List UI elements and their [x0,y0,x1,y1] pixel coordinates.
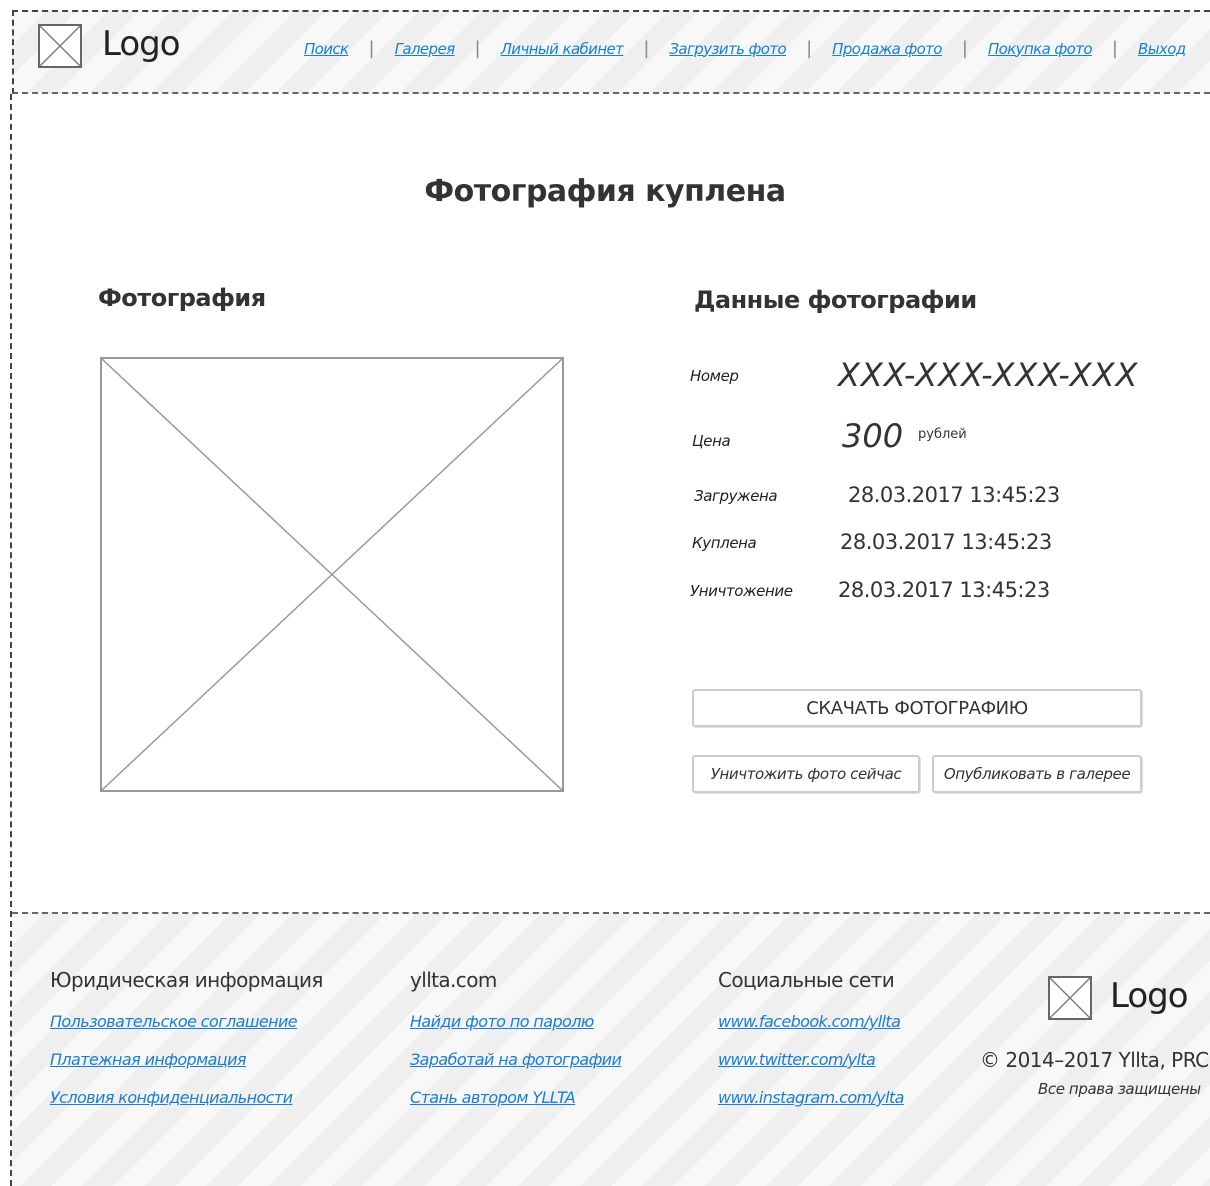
footer-link-find-photo[interactable]: Найди фото по паролю [410,1012,594,1031]
nav-separator: | [1111,38,1118,59]
footer-link-earn[interactable]: Заработай на фотографии [410,1050,622,1069]
logo-placeholder-icon[interactable] [38,24,82,68]
nav-sell[interactable]: Продажа фото [832,40,942,58]
nav-gallery[interactable]: Галерея [395,40,456,58]
nav-account[interactable]: Личный кабинет [501,40,624,58]
publish-gallery-button[interactable]: Опубликовать в галерее [932,755,1142,793]
number-value: XXX-XXX-XXX-XXX [838,356,1139,394]
uploaded-value: 28.03.2017 13:45:23 [848,483,1060,507]
footer-link-privacy[interactable]: Условия конфиденциальности [50,1088,293,1107]
destroy-label: Уничтожение [690,582,793,600]
footer-link-instagram[interactable]: www.instagram.com/ylta [718,1088,904,1107]
footer-copyright: © 2014–2017 Yllta, PRC [980,1048,1209,1072]
bought-value: 28.03.2017 13:45:23 [840,530,1052,554]
footer-link-twitter[interactable]: www.twitter.com/ylta [718,1050,876,1069]
bought-label: Куплена [692,534,757,552]
nav-separator: | [961,38,968,59]
photo-section-title: Фотография [98,284,266,312]
footer-site-title: yllta.com [410,968,497,992]
nav-separator: | [643,38,650,59]
download-photo-button[interactable]: СКАЧАТЬ ФОТОГРАФИЮ [692,689,1142,727]
nav-separator: | [368,38,375,59]
footer: Юридическая информация Пользовательское … [12,912,1210,1186]
price-value: 300 [842,417,904,455]
footer-logo-placeholder-icon[interactable] [1048,976,1092,1020]
logo-text[interactable]: Logo [102,24,181,64]
photo-placeholder [100,357,564,792]
number-label: Номер [690,367,739,385]
uploaded-label: Загружена [694,487,778,505]
header: Logo Поиск | Галерея | Личный кабинет | … [12,10,1210,94]
footer-logo-text[interactable]: Logo [1110,976,1189,1016]
footer-legal-title: Юридическая информация [50,968,323,992]
price-currency: рублей [918,427,967,442]
destroy-now-button[interactable]: Уничтожить фото сейчас [692,755,920,793]
footer-link-terms[interactable]: Пользовательское соглашение [50,1012,298,1031]
nav-search[interactable]: Поиск [304,40,349,58]
main-nav: Поиск | Галерея | Личный кабинет | Загру… [304,38,1186,59]
price-label: Цена [692,432,731,450]
nav-separator: | [806,38,813,59]
nav-separator: | [474,38,481,59]
details-section-title: Данные фотографии [694,286,977,314]
footer-social-title: Социальные сети [718,968,895,992]
footer-rights: Все права защищены [1038,1080,1201,1098]
nav-buy[interactable]: Покупка фото [988,40,1093,58]
page-title: Фотография куплена [424,174,786,209]
footer-link-payment[interactable]: Платежная информация [50,1050,247,1069]
nav-logout[interactable]: Выход [1138,40,1186,58]
footer-link-become-author[interactable]: Стань автором YLLTA [410,1088,576,1107]
footer-link-facebook[interactable]: www.facebook.com/yllta [718,1012,901,1031]
nav-upload[interactable]: Загрузить фото [669,40,786,58]
destroy-value: 28.03.2017 13:45:23 [838,578,1050,602]
